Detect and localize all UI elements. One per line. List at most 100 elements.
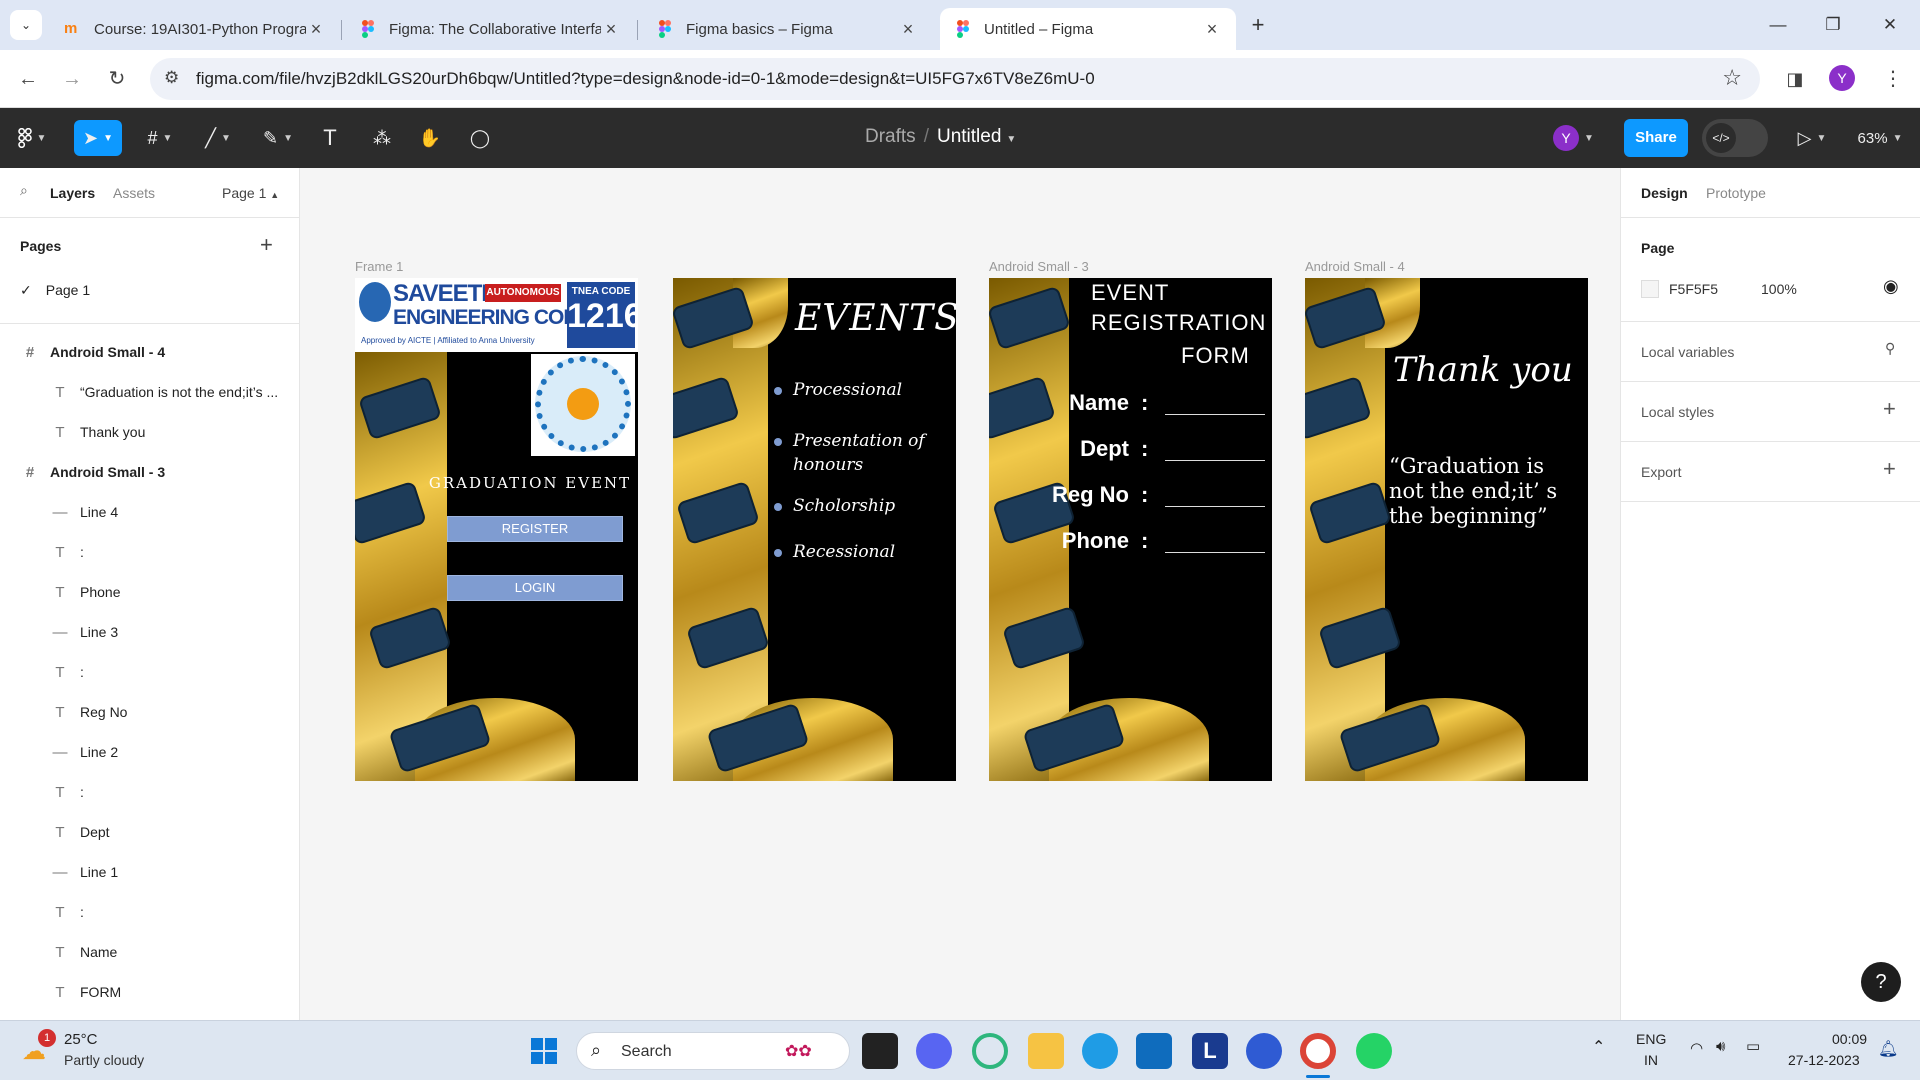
tab-search-button[interactable]: ⌄ [10,10,42,40]
edge-icon[interactable] [1082,1033,1118,1069]
color-swatch[interactable] [1641,280,1659,298]
browser-tab-untitled[interactable]: Untitled – Figma × [940,8,1236,50]
battery-icon[interactable]: ▭ [1746,1037,1760,1055]
file-explorer-icon[interactable] [862,1033,898,1069]
volume-icon[interactable]: 🔊︎ [1716,1038,1725,1055]
reload-icon[interactable]: ↻ [101,63,133,95]
pen-tool[interactable]: ✎ ▼ [256,120,300,156]
hand-tool[interactable]: ✋ [414,120,446,156]
language-line-2[interactable]: IN [1644,1052,1658,1068]
l-app-icon[interactable]: L [1192,1033,1228,1069]
close-tab-icon[interactable]: × [898,19,918,40]
windows-start-icon[interactable] [526,1033,562,1069]
form-field-line[interactable] [1165,506,1265,507]
local-variables-section[interactable]: Local variables ⚲ [1621,322,1920,382]
frame-label[interactable]: Android Small - 3 [989,259,1089,274]
folder-icon[interactable] [1028,1033,1064,1069]
layer-item[interactable]: # Android Small - 3 [0,452,299,492]
minimize-icon[interactable]: — [1758,10,1798,40]
store-icon[interactable] [1136,1033,1172,1069]
canvas[interactable]: Frame 1 SAVEETHA AUTONOMOUS ENGINEERING … [300,168,1620,1020]
shape-tool[interactable]: ╱ ▼ [196,120,240,156]
add-export-icon[interactable]: + [1883,456,1896,482]
layer-item[interactable]: T FORM [0,972,299,1012]
tab-assets[interactable]: Assets [113,185,155,201]
layer-item[interactable]: T Thank you [0,412,299,452]
language-line-1[interactable]: ENG [1636,1031,1666,1047]
frame-tool[interactable]: # ▼ [138,120,182,156]
layer-item[interactable]: T Name [0,932,299,972]
arc-app-icon[interactable] [1246,1033,1282,1069]
file-name[interactable]: Untitled [937,126,1001,147]
clock-time[interactable]: 00:09 [1832,1031,1867,1047]
browser-tab-course[interactable]: m Course: 19AI301-Python Progra × [50,8,340,50]
layer-item[interactable]: T: [0,772,299,812]
chevron-up-icon[interactable]: ⌃ [1592,1037,1605,1057]
wifi-icon[interactable]: ◠ [1690,1039,1703,1057]
frame-registration-form[interactable]: EVENT REGISTRATION FORM Name: Dept: Reg No… [989,278,1272,781]
close-tab-icon[interactable]: × [1202,19,1222,40]
frame-thank-you[interactable]: Thank you “Graduation is not the end;it’… [1305,278,1588,781]
bookmark-star-icon[interactable]: ☆ [1722,65,1742,91]
add-page-icon[interactable]: + [260,232,273,258]
text-tool[interactable]: T [316,120,344,156]
frame-1[interactable]: SAVEETHA AUTONOMOUS ENGINEERING COLLEGE … [355,278,638,781]
frame-label[interactable]: Android Small - 4 [1305,259,1405,274]
weather-widget[interactable]: ☁ 1 [22,1029,56,1065]
main-menu-button[interactable]: ▼ [10,120,54,156]
login-button[interactable]: LOGIN [447,575,623,601]
address-bar[interactable]: ⚙ figma.com/file/hvzjB2dklLGS20urDh6bqw/… [150,58,1760,100]
tab-prototype[interactable]: Prototype [1706,185,1766,201]
url-text[interactable]: figma.com/file/hvzjB2dklLGS20urDh6bqw/Un… [196,69,1095,89]
comment-tool[interactable]: ◯ [464,120,496,156]
zoom-control[interactable]: 63% ▼ [1852,120,1908,156]
frame-label[interactable]: Frame 1 [355,259,403,274]
form-field-line[interactable] [1165,460,1265,461]
add-style-icon[interactable]: + [1883,396,1896,422]
share-button[interactable]: Share [1624,119,1688,157]
layer-item[interactable]: T “Graduation is not the end;it’s ... [0,372,299,412]
move-tool[interactable]: ➤ ▼ [74,120,122,156]
layer-item[interactable]: T: [0,532,299,572]
close-tab-icon[interactable]: × [306,19,326,40]
browser-tab-figma-basics[interactable]: Figma basics – Figma × [642,8,932,50]
layer-item[interactable]: — Line 2 [0,732,299,772]
site-settings-icon[interactable]: ⚙ [164,68,179,88]
user-avatar[interactable]: Y ▼ [1553,125,1594,151]
refresh-app-icon[interactable] [972,1033,1008,1069]
back-icon[interactable]: ← [12,63,44,95]
local-styles-section[interactable]: Local styles + [1621,382,1920,442]
tab-design[interactable]: Design [1641,185,1688,201]
search-icon[interactable]: ⌕ [20,182,28,199]
layer-item[interactable]: — Line 1 [0,852,299,892]
notification-bell-icon[interactable]: 🔔︎ [1878,1039,1898,1059]
page-selector[interactable]: Page 1 ▲ [222,185,279,201]
clock-date[interactable]: 27-12-2023 [1788,1052,1860,1068]
browser-tab-figma-collab[interactable]: Figma: The Collaborative Interfa × [345,8,635,50]
layer-item[interactable]: T Phone [0,572,299,612]
form-field-line[interactable] [1165,552,1265,553]
forward-icon[interactable]: → [56,63,88,95]
taskbar-search[interactable]: ⌕ Search ✿✿ [576,1032,850,1070]
page-opacity-value[interactable]: 100% [1761,281,1797,297]
layer-item[interactable]: T Reg No [0,692,299,732]
frame-events[interactable]: EVENTS Processional Presentation of honou… [673,278,956,781]
chrome-icon[interactable] [1300,1033,1336,1069]
export-section[interactable]: Export + [1621,442,1920,502]
register-button[interactable]: REGISTER [447,516,623,542]
layer-item[interactable]: # Android Small - 4 [0,332,299,372]
layer-item[interactable]: — Line 4 [0,492,299,532]
profile-avatar[interactable]: Y [1829,65,1855,91]
dev-mode-toggle[interactable]: </> [1702,119,1768,157]
side-panel-icon[interactable]: ◨ [1779,63,1811,95]
restore-icon[interactable]: ❐ [1813,10,1853,40]
page-item[interactable]: ✓ Page 1 [20,282,90,299]
layer-item[interactable]: T Dept [0,812,299,852]
resources-tool[interactable]: ⁂ [366,120,398,156]
present-button[interactable]: ▷ ▼ [1792,120,1832,156]
chevron-down-icon[interactable]: ▼ [1006,134,1016,145]
whatsapp-icon[interactable] [1356,1033,1392,1069]
drafts-link[interactable]: Drafts [865,126,916,147]
layer-item[interactable]: T: [0,652,299,692]
help-button[interactable]: ? [1861,962,1901,1002]
